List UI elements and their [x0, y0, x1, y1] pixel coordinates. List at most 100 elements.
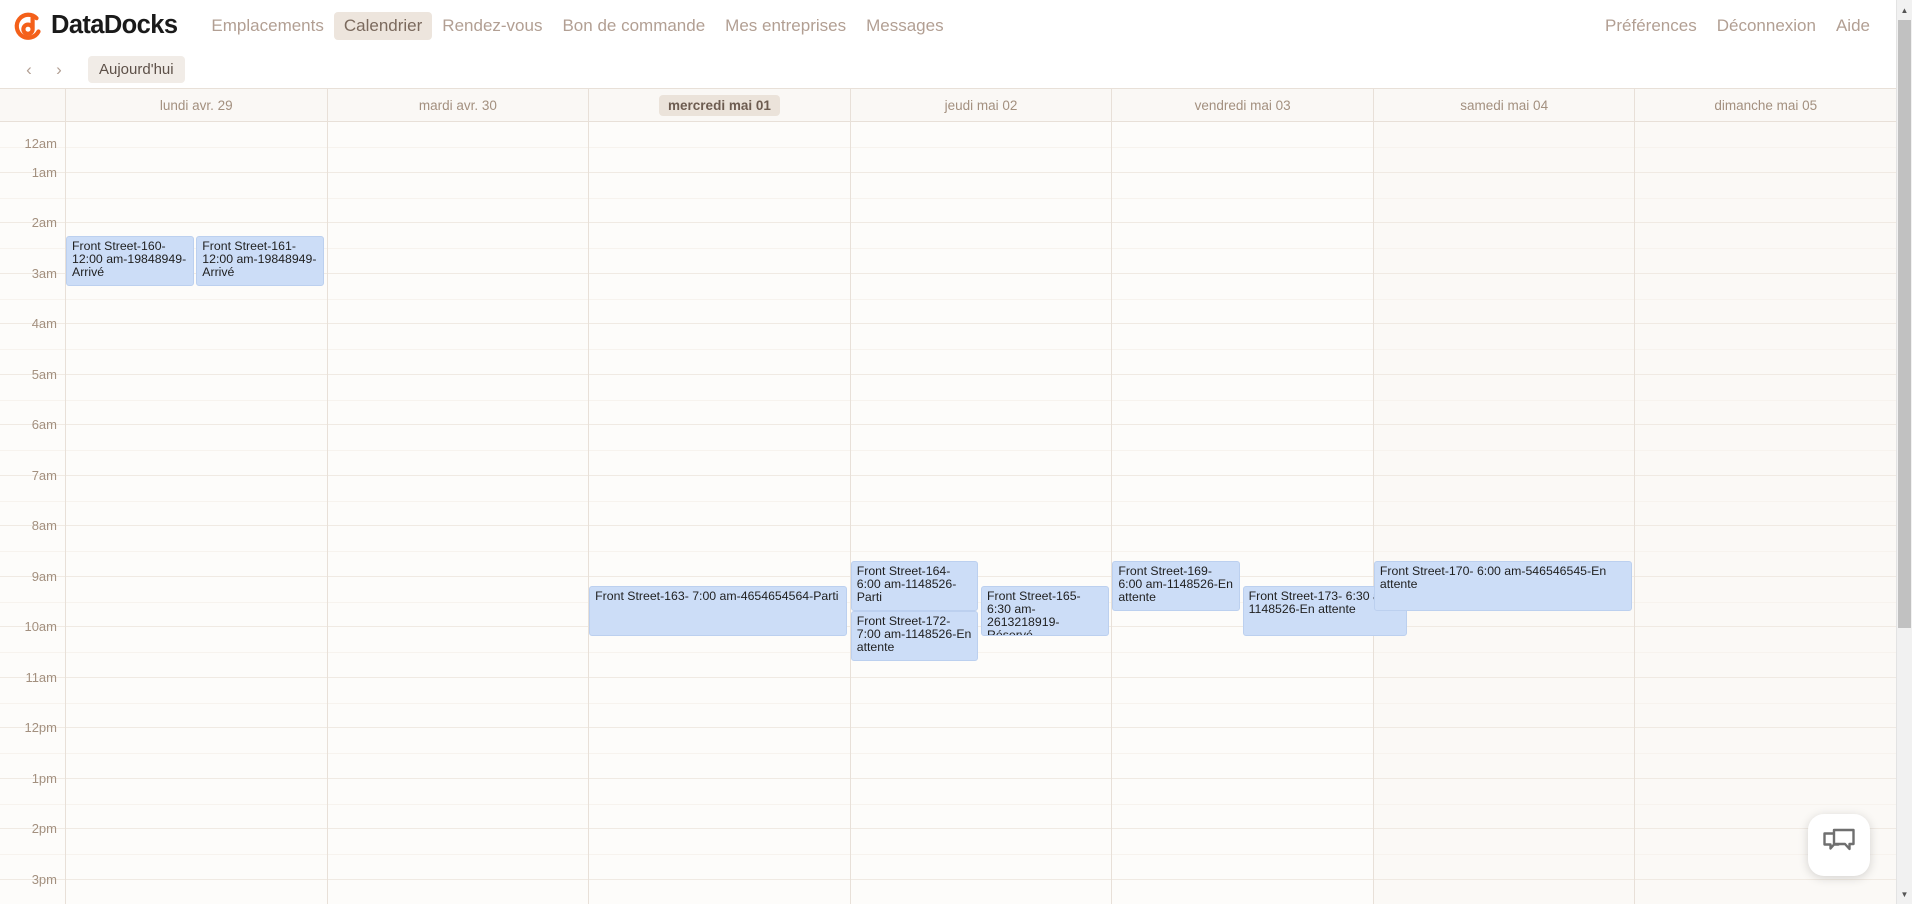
hour-cell[interactable]	[1112, 274, 1373, 324]
hour-cell[interactable]	[589, 122, 850, 173]
hour-cell[interactable]	[589, 173, 850, 223]
day-header-jeudi[interactable]: jeudi mai 02	[851, 89, 1113, 121]
calendar-event[interactable]: Front Street-170- 6:00 am-546546545-En a…	[1373, 561, 1632, 611]
hour-cell[interactable]	[850, 678, 1112, 728]
hour-cell[interactable]	[327, 173, 589, 223]
scroll-up-arrow-icon[interactable]: ▲	[1897, 2, 1912, 18]
hour-cell[interactable]	[1112, 476, 1373, 526]
nav-item-emplacements[interactable]: Emplacements	[201, 12, 333, 40]
hour-cell[interactable]	[327, 526, 589, 577]
nav-item-calendrier[interactable]: Calendrier	[333, 11, 433, 40]
hour-cell[interactable]	[1112, 425, 1373, 476]
nav-item-mes-entreprises[interactable]: Mes entreprises	[715, 12, 856, 40]
day-column[interactable]	[327, 122, 590, 904]
page-vertical-scrollbar[interactable]: ▲ ▼	[1896, 0, 1912, 904]
hour-cell[interactable]	[850, 728, 1112, 779]
hour-cell[interactable]	[1635, 476, 1896, 526]
hour-cell[interactable]	[589, 779, 850, 829]
calendar-event[interactable]: Front Street-172- 7:00 am-1148526-En att…	[850, 611, 979, 661]
day-header-dimanche[interactable]: dimanche mai 05	[1635, 89, 1896, 121]
hour-cell[interactable]	[589, 223, 850, 274]
day-header-vendredi[interactable]: vendredi mai 03	[1112, 89, 1374, 121]
nav-item-aide[interactable]: Aide	[1826, 12, 1880, 40]
day-column[interactable]: Front Street-163- 7:00 am-4654654564-Par…	[589, 122, 851, 904]
hour-cell[interactable]	[327, 577, 589, 627]
hour-cell[interactable]	[327, 425, 589, 476]
hour-cell[interactable]	[327, 375, 589, 425]
hour-cell[interactable]	[1635, 728, 1896, 779]
hour-cell[interactable]	[327, 829, 589, 880]
hour-cell[interactable]	[850, 324, 1112, 375]
hour-cell[interactable]	[327, 122, 589, 173]
hour-cell[interactable]	[66, 122, 327, 173]
day-header-lundi[interactable]: lundi avr. 29	[66, 89, 328, 121]
hour-cell[interactable]	[327, 223, 589, 274]
hour-cell[interactable]	[589, 678, 850, 728]
hour-cell[interactable]	[850, 829, 1112, 880]
hour-cell[interactable]	[1373, 274, 1635, 324]
hour-cell[interactable]	[66, 779, 327, 829]
hour-cell[interactable]	[1373, 324, 1635, 375]
scroll-down-arrow-icon[interactable]: ▼	[1897, 886, 1912, 902]
hour-cell[interactable]	[1112, 375, 1373, 425]
nav-item-preferences[interactable]: Préférences	[1595, 12, 1707, 40]
day-column[interactable]: Front Street-160-12:00 am-19848949-Arriv…	[66, 122, 328, 904]
hour-cell[interactable]	[1635, 627, 1896, 678]
hour-cell[interactable]	[66, 425, 327, 476]
hour-cell[interactable]	[589, 274, 850, 324]
hour-cell[interactable]	[850, 173, 1112, 223]
hour-cell[interactable]	[1112, 324, 1373, 375]
day-column[interactable]: Front Street-164- 6:00 am-1148526-Parti F…	[850, 122, 1113, 904]
hour-cell[interactable]	[589, 728, 850, 779]
nav-item-messages[interactable]: Messages	[856, 12, 953, 40]
hour-cell[interactable]	[1635, 375, 1896, 425]
nav-item-bon-de-commande[interactable]: Bon de commande	[552, 12, 715, 40]
calendar-event[interactable]: Front Street-160-12:00 am-19848949-Arriv…	[66, 236, 194, 286]
hour-cell[interactable]	[1373, 375, 1635, 425]
hour-cell[interactable]	[1112, 223, 1373, 274]
hour-cell[interactable]	[589, 829, 850, 880]
hour-cell[interactable]	[1112, 779, 1373, 829]
day-header-mercredi-today[interactable]: mercredi mai 01	[589, 89, 851, 121]
hour-cell[interactable]	[66, 324, 327, 375]
hour-cell[interactable]	[66, 375, 327, 425]
hour-cell[interactable]	[1112, 678, 1373, 728]
hour-cell[interactable]	[1635, 678, 1896, 728]
hour-cell[interactable]	[327, 627, 589, 678]
hour-cell[interactable]	[589, 324, 850, 375]
hour-cell[interactable]	[1635, 526, 1896, 577]
day-column[interactable]	[1635, 122, 1896, 904]
hour-cell[interactable]	[850, 476, 1112, 526]
calendar-event[interactable]: Front Street-163- 7:00 am-4654654564-Par…	[589, 586, 848, 636]
hour-cell[interactable]	[589, 375, 850, 425]
hour-cell[interactable]	[1635, 577, 1896, 627]
hour-cell[interactable]	[850, 375, 1112, 425]
hour-cell[interactable]	[1112, 829, 1373, 880]
hour-cell[interactable]	[66, 476, 327, 526]
hour-cell[interactable]	[66, 728, 327, 779]
hour-cell[interactable]	[1635, 274, 1896, 324]
day-column[interactable]: Front Street-169- 6:00 am-1148526-En att…	[1112, 122, 1407, 904]
hour-cell[interactable]	[328, 880, 589, 904]
hour-cell[interactable]	[1373, 425, 1635, 476]
hour-cell[interactable]	[1373, 829, 1635, 880]
hour-cell[interactable]	[327, 324, 589, 375]
hour-cell[interactable]	[1373, 627, 1635, 678]
hour-cell[interactable]	[66, 678, 327, 728]
day-header-samedi[interactable]: samedi mai 04	[1374, 89, 1636, 121]
calendar-event[interactable]: Front Street-164- 6:00 am-1148526-Parti	[850, 561, 979, 611]
hour-cell[interactable]	[1373, 678, 1635, 728]
hour-cell[interactable]	[1112, 880, 1373, 904]
hour-cell[interactable]	[850, 425, 1112, 476]
hour-cell[interactable]	[850, 223, 1112, 274]
hour-cell[interactable]	[1112, 122, 1373, 173]
hour-cell[interactable]	[66, 627, 327, 678]
hour-cell[interactable]	[1635, 880, 1896, 904]
hour-cell[interactable]	[1635, 324, 1896, 375]
nav-item-rendez-vous[interactable]: Rendez-vous	[432, 12, 552, 40]
hour-cell[interactable]	[1374, 880, 1635, 904]
hour-cell[interactable]	[1373, 728, 1635, 779]
hour-cell[interactable]	[589, 880, 850, 904]
hour-cell[interactable]	[1635, 122, 1896, 173]
hour-cell[interactable]	[66, 526, 327, 577]
